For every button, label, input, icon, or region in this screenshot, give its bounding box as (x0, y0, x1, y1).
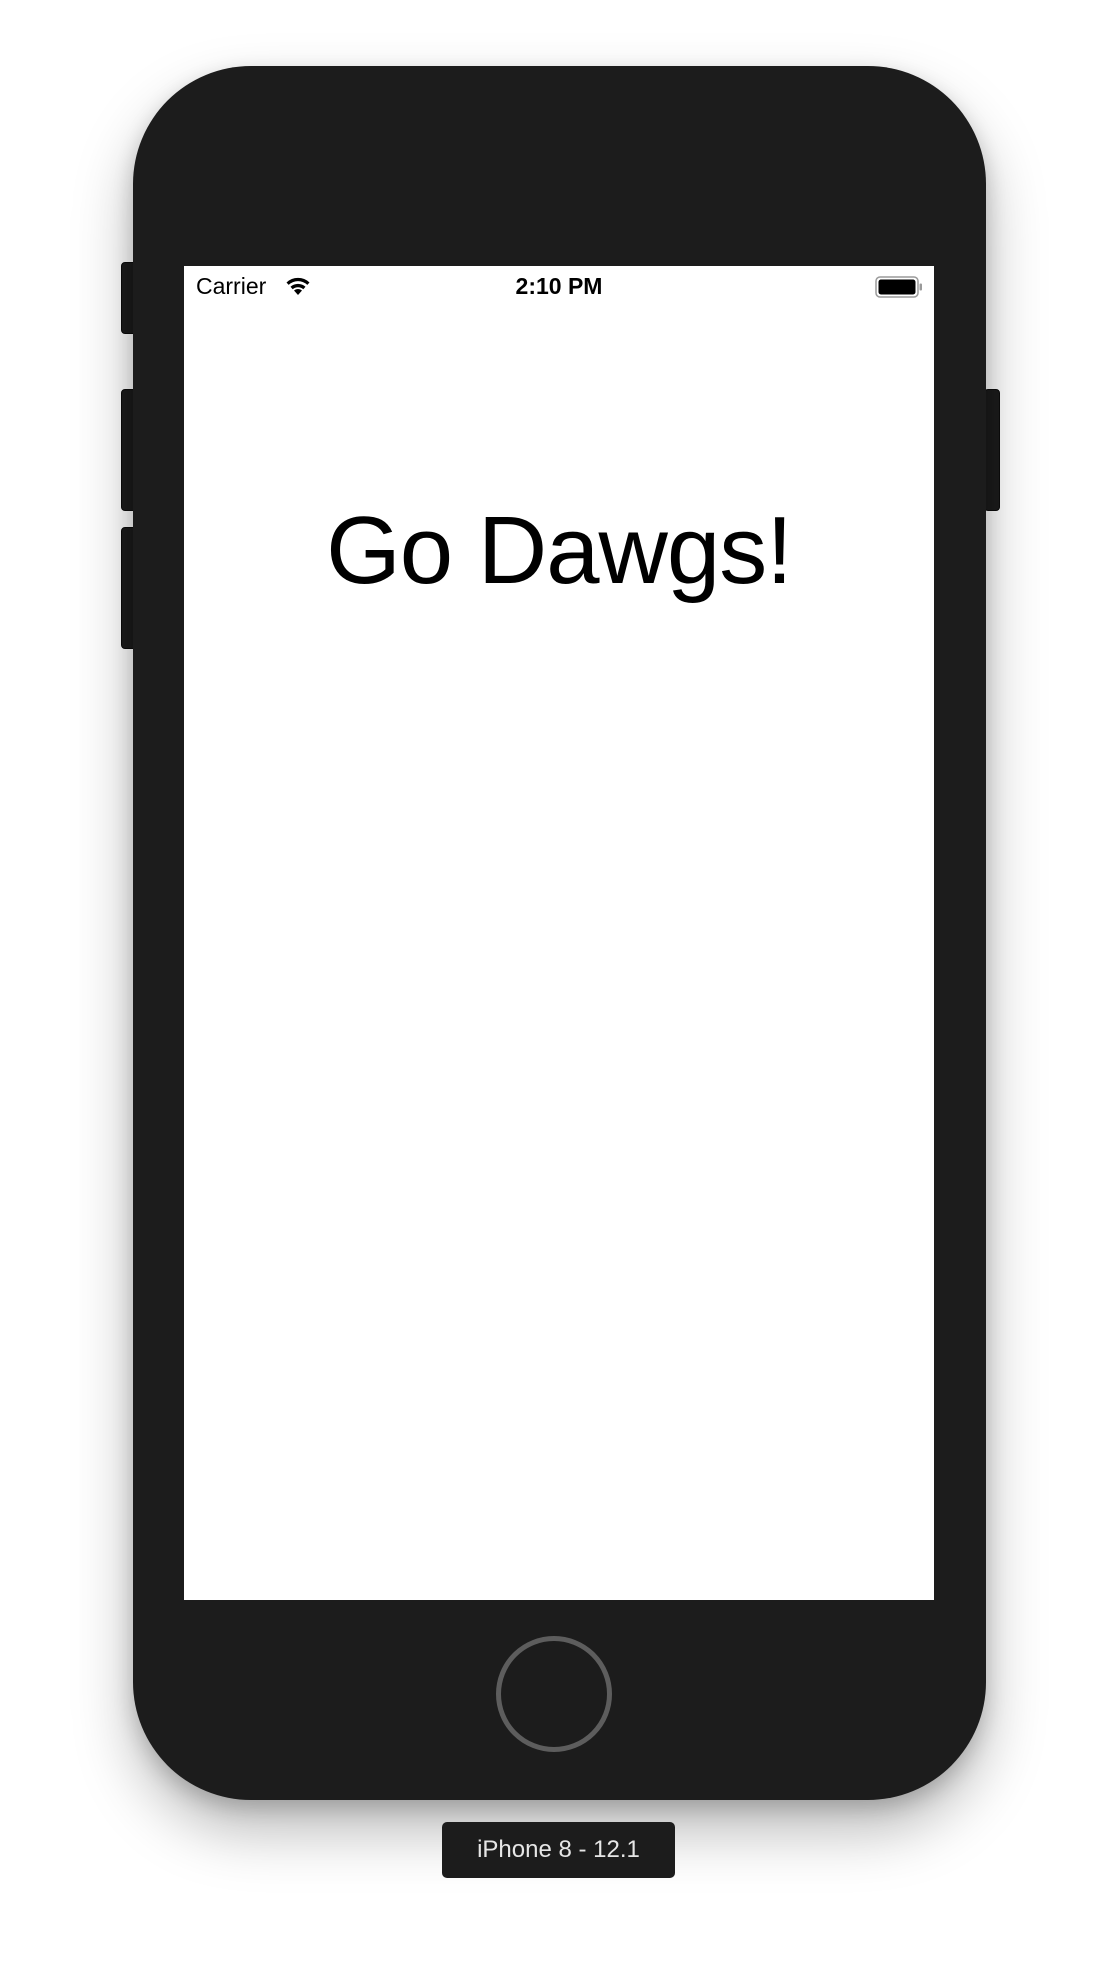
power-button (984, 389, 1000, 511)
home-button[interactable] (496, 1636, 612, 1752)
device-name-label: iPhone 8 - 12.1 (442, 1822, 675, 1878)
headline-label: Go Dawgs! (326, 497, 793, 604)
device-screen[interactable]: Carrier 2:10 PM Go Dawgs! (184, 266, 934, 1600)
status-time: 2:10 PM (515, 273, 603, 299)
battery-icon (875, 276, 923, 298)
status-bar: Carrier 2:10 PM (184, 266, 934, 306)
simulator-window: Carrier 2:10 PM Go Dawgs! iPhone 8 - 12.… (0, 0, 1118, 1962)
